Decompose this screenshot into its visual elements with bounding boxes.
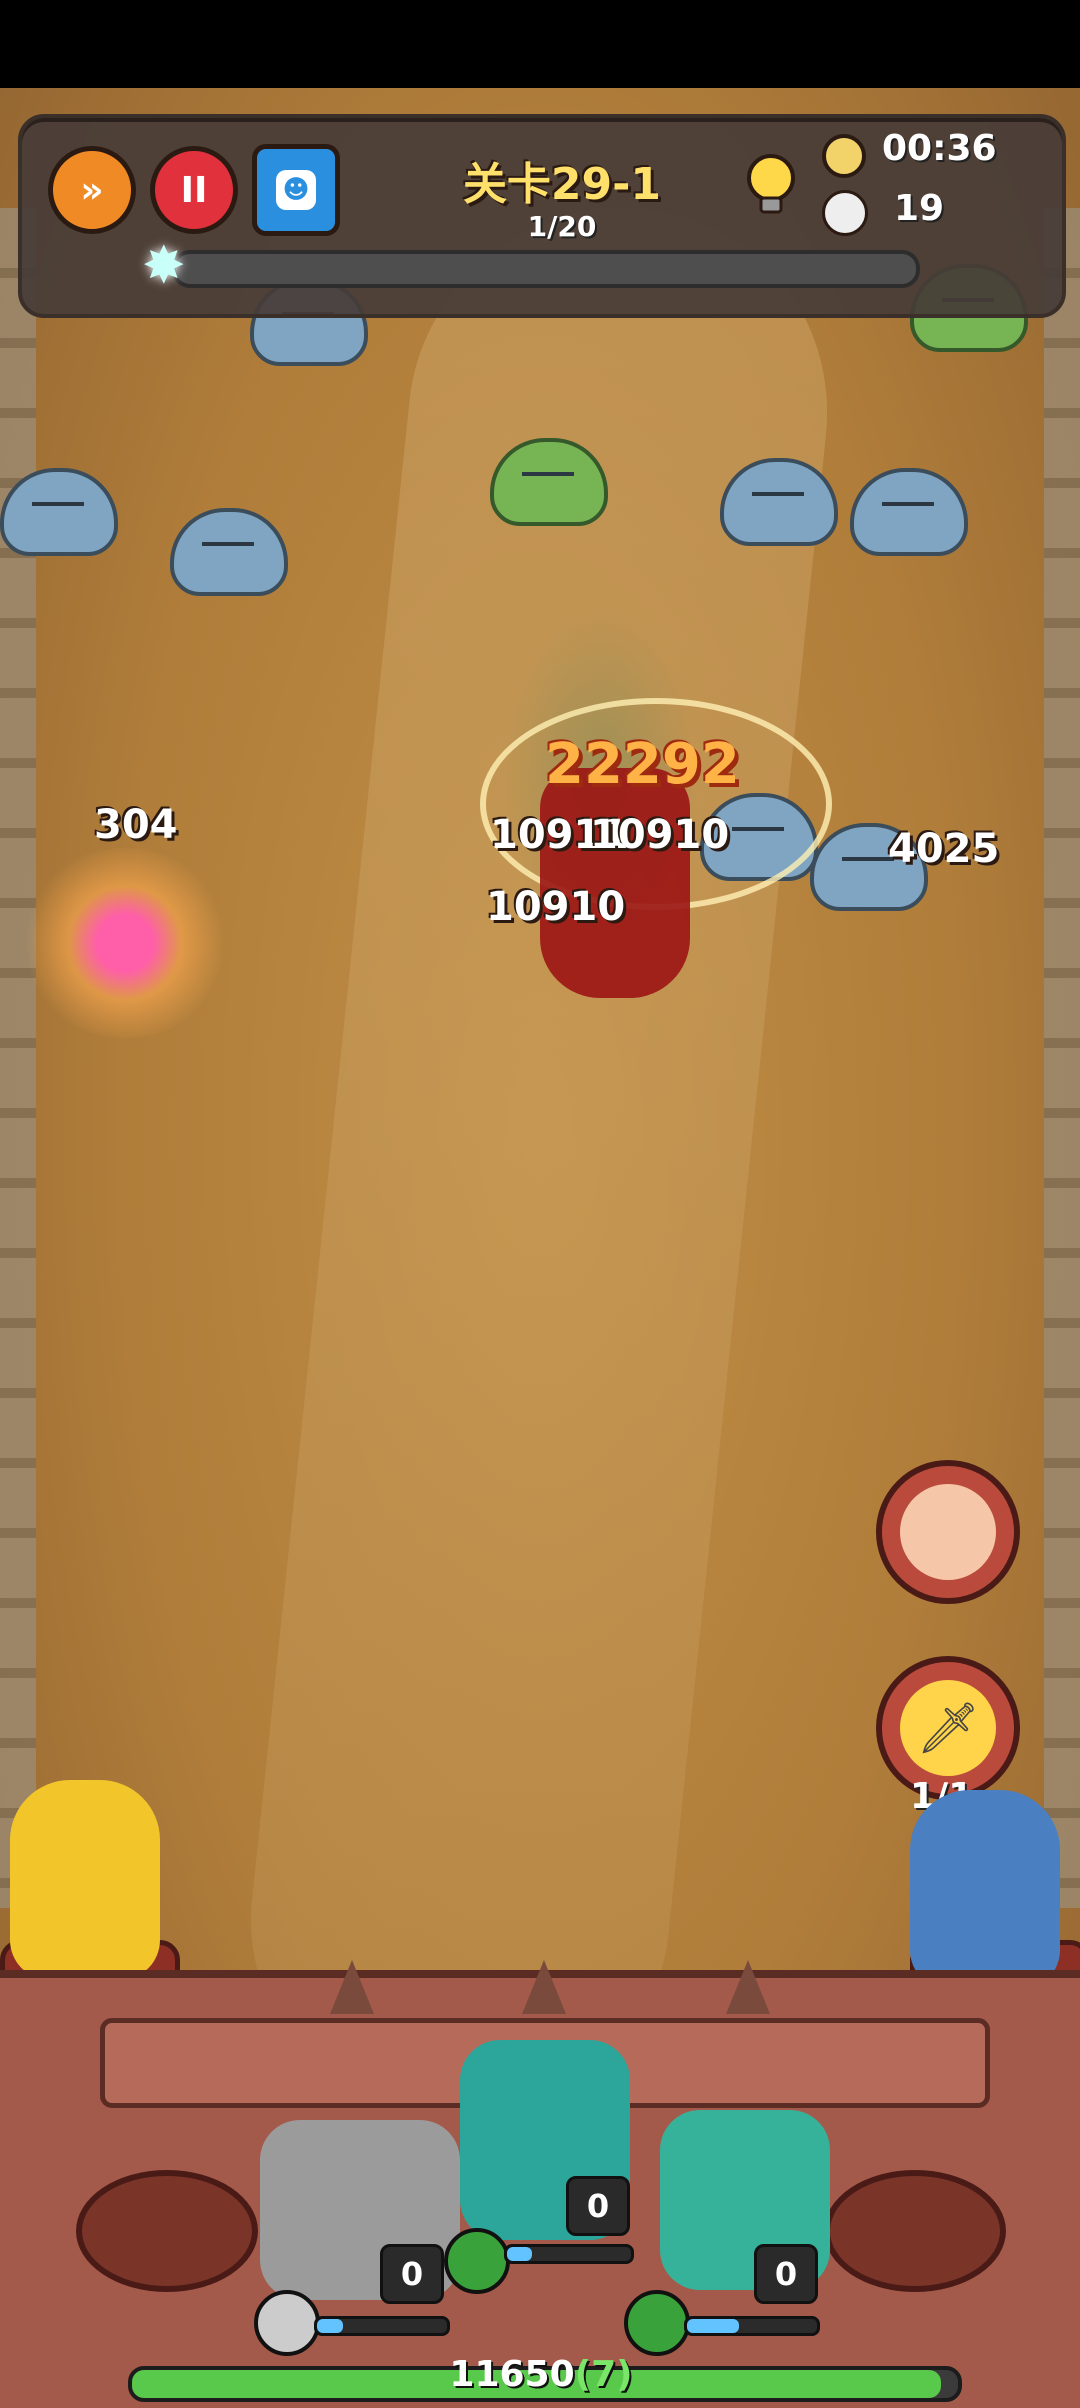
fast-forward-button[interactable]: » bbox=[48, 146, 136, 234]
lightning-effect bbox=[20, 848, 230, 1038]
codex-button[interactable]: ☻ bbox=[252, 144, 340, 236]
stone-skill-icon bbox=[254, 2290, 320, 2356]
spike bbox=[726, 1960, 770, 2014]
timer: 00:36 bbox=[882, 128, 997, 169]
hero-portrait-icon bbox=[900, 1484, 996, 1580]
stage-title: 关卡29-1 bbox=[462, 159, 662, 210]
sword-icon: 🗡 bbox=[900, 1680, 996, 1776]
hero-level: 0 bbox=[380, 2244, 444, 2304]
damage-number: 304 bbox=[94, 802, 178, 848]
wave-progress-bar bbox=[172, 250, 920, 288]
hero-mana-bar bbox=[684, 2316, 820, 2336]
clock-icon bbox=[822, 134, 866, 178]
slime-enemy bbox=[170, 508, 288, 596]
spike bbox=[522, 1960, 566, 2014]
boss-enemy bbox=[540, 768, 690, 998]
crit-damage-number: 22292 bbox=[545, 732, 740, 797]
right-slot[interactable] bbox=[824, 2170, 1006, 2292]
right-fence bbox=[1044, 208, 1080, 1908]
hero-mana-bar bbox=[314, 2316, 450, 2336]
hero-mana-fill bbox=[507, 2247, 532, 2261]
base-hp-stacks: (7) bbox=[574, 2354, 633, 2395]
codex-icon: ☻ bbox=[276, 170, 316, 210]
nature-skill-icon bbox=[624, 2290, 690, 2356]
hero-portrait-skill-button[interactable] bbox=[876, 1460, 1020, 1604]
sparkle-icon: ✸ bbox=[142, 236, 186, 296]
pause-button[interactable]: II bbox=[150, 146, 238, 234]
pause-icon: II bbox=[180, 169, 208, 211]
yellow-dragon[interactable] bbox=[10, 1780, 160, 1980]
top-hud: » II ☻ 关卡29-1 1/20 00:36 19 ✸ bbox=[18, 114, 1066, 318]
hero-mana-fill bbox=[687, 2319, 739, 2333]
lightbulb-icon[interactable] bbox=[742, 152, 800, 218]
fast-forward-icon: » bbox=[80, 169, 104, 211]
wind-skill-icon bbox=[444, 2228, 510, 2294]
base-hp-text: 11650(7) bbox=[128, 2354, 954, 2395]
damage-number: 4025 bbox=[888, 826, 1000, 872]
damage-number: 10910 bbox=[590, 812, 730, 858]
kill-count: 19 bbox=[894, 188, 945, 229]
slime-enemy bbox=[850, 468, 968, 556]
blue-dragon[interactable] bbox=[910, 1790, 1060, 1990]
base-hp-value: 11650 bbox=[449, 2354, 575, 2395]
skull-icon bbox=[822, 190, 868, 236]
hero-mana-bar bbox=[504, 2244, 634, 2264]
hero-level: 0 bbox=[566, 2176, 630, 2236]
damage-number: 10910 bbox=[486, 884, 626, 930]
left-fence bbox=[0, 208, 36, 1908]
slime-enemy bbox=[0, 468, 118, 556]
hero-level: 0 bbox=[754, 2244, 818, 2304]
left-slot[interactable] bbox=[76, 2170, 258, 2292]
wave-counter: 1/20 bbox=[527, 210, 597, 243]
hero-mana-fill bbox=[317, 2319, 343, 2333]
spike bbox=[330, 1960, 374, 2014]
